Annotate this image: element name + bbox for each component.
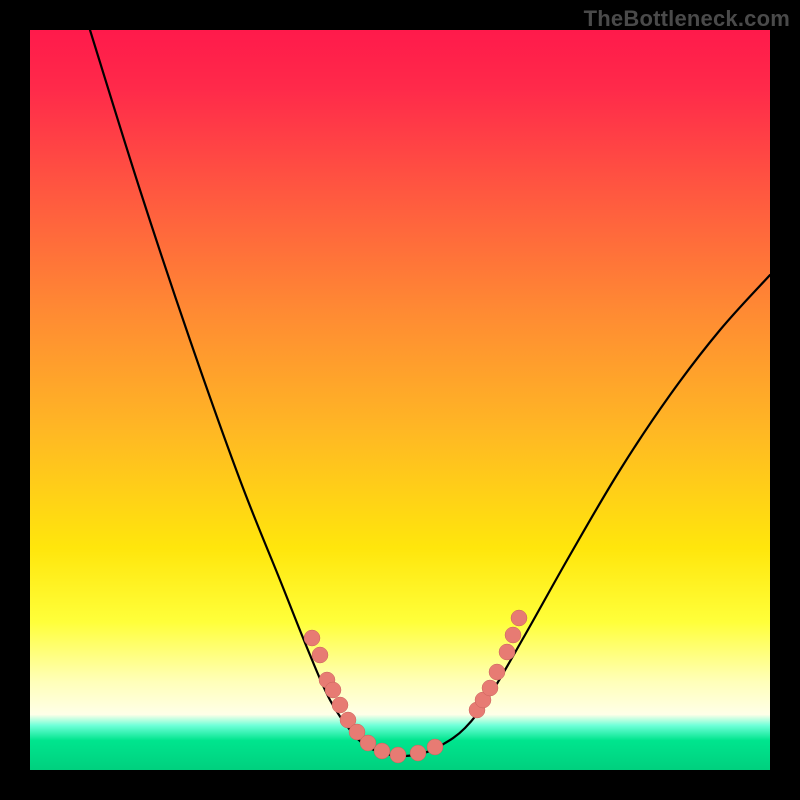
data-marker — [304, 630, 320, 646]
data-marker — [427, 739, 443, 755]
marker-group — [304, 610, 527, 763]
data-marker — [312, 647, 328, 663]
plot-area — [30, 30, 770, 770]
data-marker — [390, 747, 406, 763]
data-marker — [332, 697, 348, 713]
bottleneck-curve — [90, 30, 770, 756]
data-marker — [489, 664, 505, 680]
data-marker — [374, 743, 390, 759]
data-marker — [325, 682, 341, 698]
watermark-text: TheBottleneck.com — [584, 6, 790, 32]
data-marker — [499, 644, 515, 660]
data-marker — [511, 610, 527, 626]
data-marker — [360, 735, 376, 751]
data-marker — [505, 627, 521, 643]
data-marker — [482, 680, 498, 696]
chart-frame: TheBottleneck.com — [0, 0, 800, 800]
data-marker — [410, 745, 426, 761]
chart-svg — [30, 30, 770, 770]
